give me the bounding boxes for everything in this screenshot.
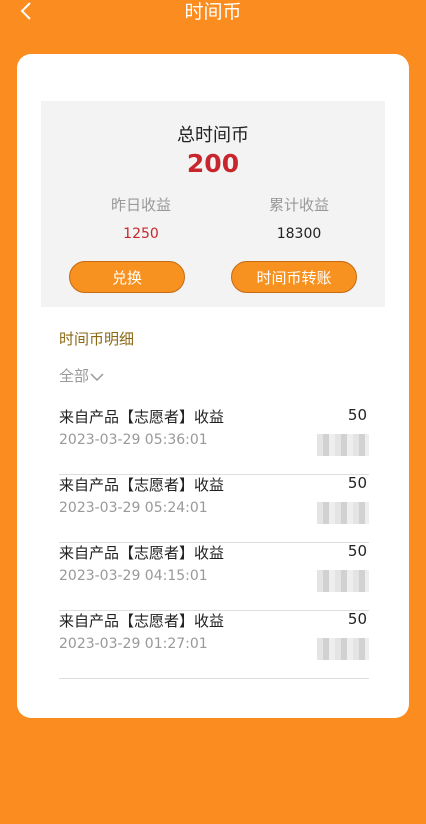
record-time: 2023-03-29 05:24:01: [59, 500, 208, 516]
transfer-button[interactable]: 时间币转账: [231, 261, 357, 293]
record-time: 2023-03-29 05:36:01: [59, 432, 208, 448]
top-bar: 时间币: [0, 0, 426, 26]
record-time: 2023-03-29 01:27:01: [59, 636, 208, 652]
cumulative-earnings-value: 18300: [276, 226, 322, 242]
details-title: 时间币明细: [59, 330, 135, 348]
record-title: 来自产品【志愿者】收益: [59, 544, 225, 562]
yesterday-earnings-label: 昨日收益: [110, 196, 171, 214]
total-coin-value: 200: [186, 149, 240, 178]
coin-card: 总时间币 200 昨日收益 1250 累计收益 18300 兑换 时间币转账 时…: [17, 54, 409, 718]
exchange-button[interactable]: 兑换: [69, 261, 185, 293]
list-item[interactable]: 来自产品【志愿者】收益 2023-03-29 05:36:01 50: [59, 406, 369, 475]
filter-dropdown[interactable]: 全部: [59, 365, 104, 386]
record-title: 来自产品【志愿者】收益: [59, 612, 225, 630]
record-amount: 50: [347, 610, 367, 628]
summary-panel: 总时间币 200 昨日收益 1250 累计收益 18300 兑换 时间币转账: [41, 101, 385, 307]
yesterday-earnings-value: 1250: [123, 226, 159, 242]
redacted-area: [317, 570, 369, 592]
list-item[interactable]: 来自产品【志愿者】收益 2023-03-29 05:24:01 50: [59, 474, 369, 543]
record-amount: 50: [347, 474, 367, 492]
record-amount: 50: [347, 542, 367, 560]
record-amount: 50: [347, 406, 367, 424]
chevron-down-icon: [90, 372, 104, 381]
record-title: 来自产品【志愿者】收益: [59, 476, 225, 494]
filter-label: 全部: [59, 367, 90, 385]
redacted-area: [317, 638, 369, 660]
redacted-area: [317, 502, 369, 524]
record-title: 来自产品【志愿者】收益: [59, 408, 225, 426]
cumulative-earnings-label: 累计收益: [268, 196, 329, 214]
total-coin-label: 总时间币: [177, 125, 249, 146]
list-item[interactable]: 来自产品【志愿者】收益 2023-03-29 01:27:01 50: [59, 610, 369, 679]
list-item[interactable]: 来自产品【志愿者】收益 2023-03-29 04:15:01 50: [59, 542, 369, 611]
redacted-area: [317, 434, 369, 456]
record-time: 2023-03-29 04:15:01: [59, 568, 208, 584]
page-title: 时间币: [184, 1, 242, 23]
